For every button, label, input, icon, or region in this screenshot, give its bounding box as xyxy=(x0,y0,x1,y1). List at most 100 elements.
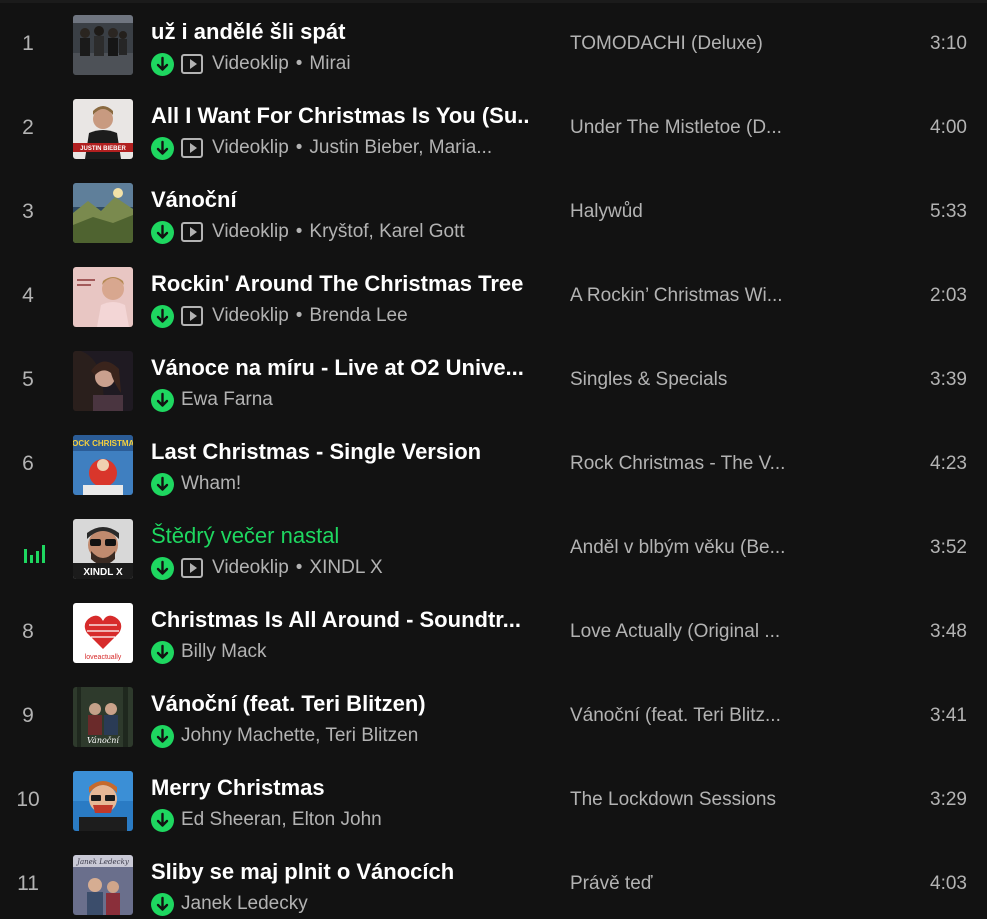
video-icon xyxy=(181,54,203,74)
track-number: 3 xyxy=(22,200,34,223)
track-title[interactable]: Vánoce na míru - Live at O2 Unive... xyxy=(151,355,531,381)
album-cover[interactable]: Vánoční xyxy=(73,687,133,747)
album-cover[interactable] xyxy=(73,351,133,411)
album-cover[interactable]: ROCK CHRISTMAS xyxy=(73,435,133,495)
track-number: 5 xyxy=(22,368,34,391)
album-cover[interactable]: loveactually xyxy=(73,603,133,663)
track-subtitle: Ewa Farna xyxy=(151,387,531,413)
track-title[interactable]: Last Christmas - Single Version xyxy=(151,439,531,465)
track-row[interactable]: 6 ROCK CHRISTMAS Last Christmas - Single… xyxy=(0,423,987,507)
track-album[interactable]: Singles & Specials xyxy=(570,369,810,391)
track-subtitle: Billy Mack xyxy=(151,639,531,665)
track-artists[interactable]: Kryštof, Karel Gott xyxy=(309,221,464,243)
album-cover[interactable] xyxy=(73,183,133,243)
track-duration: 3:41 xyxy=(930,705,967,726)
track-album[interactable]: Under The Mistletoe (D... xyxy=(570,117,810,139)
track-duration: 3:29 xyxy=(930,789,967,810)
separator-dot: • xyxy=(295,137,303,158)
track-row[interactable]: 4 Rockin' Around The Christmas Tree Vide… xyxy=(0,255,987,339)
track-row[interactable]: 2 JUSTIN BIEBER All I Want For Christmas… xyxy=(0,87,987,171)
track-row[interactable]: 9 Vánoční Vánoční (feat. Teri Blitzen) J… xyxy=(0,675,987,759)
cover-text: Vánoční xyxy=(87,736,120,745)
track-subtitle: Videoklip • Justin Bieber, Maria... xyxy=(151,135,531,161)
track-artists[interactable]: Ed Sheeran, Elton John xyxy=(181,809,382,831)
track-subtitle: Videoklip • XINDL X xyxy=(151,555,531,581)
track-artists[interactable]: Wham! xyxy=(181,473,241,495)
track-duration: 4:00 xyxy=(930,117,967,138)
downloaded-icon xyxy=(151,136,174,160)
track-duration: 3:39 xyxy=(930,369,967,390)
album-cover[interactable]: XINDL X xyxy=(73,519,133,579)
downloaded-icon xyxy=(151,220,174,244)
track-album[interactable]: TOMODACHI (Deluxe) xyxy=(570,33,810,55)
album-cover[interactable] xyxy=(73,267,133,327)
track-title[interactable]: Sliby se maj plnit o Vánocích xyxy=(151,859,531,885)
downloaded-icon xyxy=(151,304,174,328)
track-artists[interactable]: XINDL X xyxy=(309,557,382,579)
track-number: 4 xyxy=(22,284,34,307)
album-cover[interactable] xyxy=(73,15,133,75)
cover-text: loveactually xyxy=(85,654,122,661)
track-row[interactable]: 10 Merry Christmas Ed Sheeran, Elton Joh… xyxy=(0,759,987,843)
track-subtitle: Wham! xyxy=(151,471,531,497)
track-title[interactable]: Rockin' Around The Christmas Tree xyxy=(151,271,531,297)
track-album[interactable]: Love Actually (Original ... xyxy=(570,621,810,643)
track-album[interactable]: Halywůd xyxy=(570,201,810,223)
track-artists[interactable]: Brenda Lee xyxy=(309,305,407,327)
downloaded-icon xyxy=(151,556,174,580)
track-title[interactable]: Vánoční xyxy=(151,187,531,213)
track-title[interactable]: už i andělé šli spát xyxy=(151,19,531,45)
track-number: 11 xyxy=(17,872,39,895)
track-album[interactable]: The Lockdown Sessions xyxy=(570,789,810,811)
cover-text: Janek Ledecky xyxy=(75,858,130,866)
video-icon xyxy=(181,558,203,578)
track-album[interactable]: Vánoční (feat. Teri Blitz... xyxy=(570,705,810,727)
track-album[interactable]: Právě teď xyxy=(570,873,810,895)
video-icon xyxy=(181,222,203,242)
track-artists[interactable]: Mirai xyxy=(309,53,350,75)
track-row[interactable]: 8 loveactually Christmas Is All Around -… xyxy=(0,591,987,675)
track-subtitle: Janek Ledecky xyxy=(151,891,531,917)
video-label: Videoklip xyxy=(212,221,289,242)
track-number: 2 xyxy=(22,116,34,139)
track-artists[interactable]: Justin Bieber, Maria... xyxy=(309,137,492,159)
track-album[interactable]: A Rockin’ Christmas Wi... xyxy=(570,285,810,307)
album-cover[interactable]: Janek Ledecky xyxy=(73,855,133,915)
track-album[interactable]: Anděl v blbým věku (Be... xyxy=(570,537,810,559)
track-row[interactable]: 11 Janek Ledecky Sliby se maj plnit o Vá… xyxy=(0,843,987,919)
track-duration: 5:33 xyxy=(930,201,967,222)
track-artists[interactable]: Janek Ledecky xyxy=(181,893,308,915)
downloaded-icon xyxy=(151,724,174,748)
downloaded-icon xyxy=(151,808,174,832)
album-cover[interactable] xyxy=(73,771,133,831)
track-title[interactable]: Christmas Is All Around - Soundtr... xyxy=(151,607,531,633)
track-title[interactable]: Štědrý večer nastal xyxy=(151,523,531,549)
track-album[interactable]: Rock Christmas - The V... xyxy=(570,453,810,475)
track-subtitle: Ed Sheeran, Elton John xyxy=(151,807,531,833)
track-artists[interactable]: Ewa Farna xyxy=(181,389,273,411)
track-row[interactable]: 5 Vánoce na míru - Live at O2 Unive... E… xyxy=(0,339,987,423)
track-subtitle: Videoklip • Mirai xyxy=(151,51,531,77)
track-row-playing[interactable]: XINDL X Štědrý večer nastal Videoklip • … xyxy=(0,507,987,591)
track-list: 1 už i andělé šli spát Videoklip • Mirai… xyxy=(0,0,987,919)
downloaded-icon xyxy=(151,472,174,496)
track-number: 8 xyxy=(22,620,34,643)
separator-dot: • xyxy=(295,305,303,326)
track-title[interactable]: Vánoční (feat. Teri Blitzen) xyxy=(151,691,531,717)
downloaded-icon xyxy=(151,640,174,664)
separator-dot: • xyxy=(295,53,303,74)
album-cover[interactable]: JUSTIN BIEBER xyxy=(73,99,133,159)
track-title[interactable]: Merry Christmas xyxy=(151,775,531,801)
downloaded-icon xyxy=(151,892,174,916)
track-duration: 4:03 xyxy=(930,873,967,894)
video-label: Videoklip xyxy=(212,137,289,158)
track-title[interactable]: All I Want For Christmas Is You (Su... xyxy=(151,103,531,129)
track-artists[interactable]: Johny Machette, Teri Blitzen xyxy=(181,725,418,747)
track-subtitle: Johny Machette, Teri Blitzen xyxy=(151,723,531,749)
track-number: 9 xyxy=(22,704,34,727)
cover-text: JUSTIN BIEBER xyxy=(80,146,126,152)
track-artists[interactable]: Billy Mack xyxy=(181,641,267,663)
track-row[interactable]: 1 už i andělé šli spát Videoklip • Mirai… xyxy=(0,3,987,87)
track-number: 10 xyxy=(16,788,40,811)
track-row[interactable]: 3 Vánoční Videoklip • Kryštof, Karel Got… xyxy=(0,171,987,255)
